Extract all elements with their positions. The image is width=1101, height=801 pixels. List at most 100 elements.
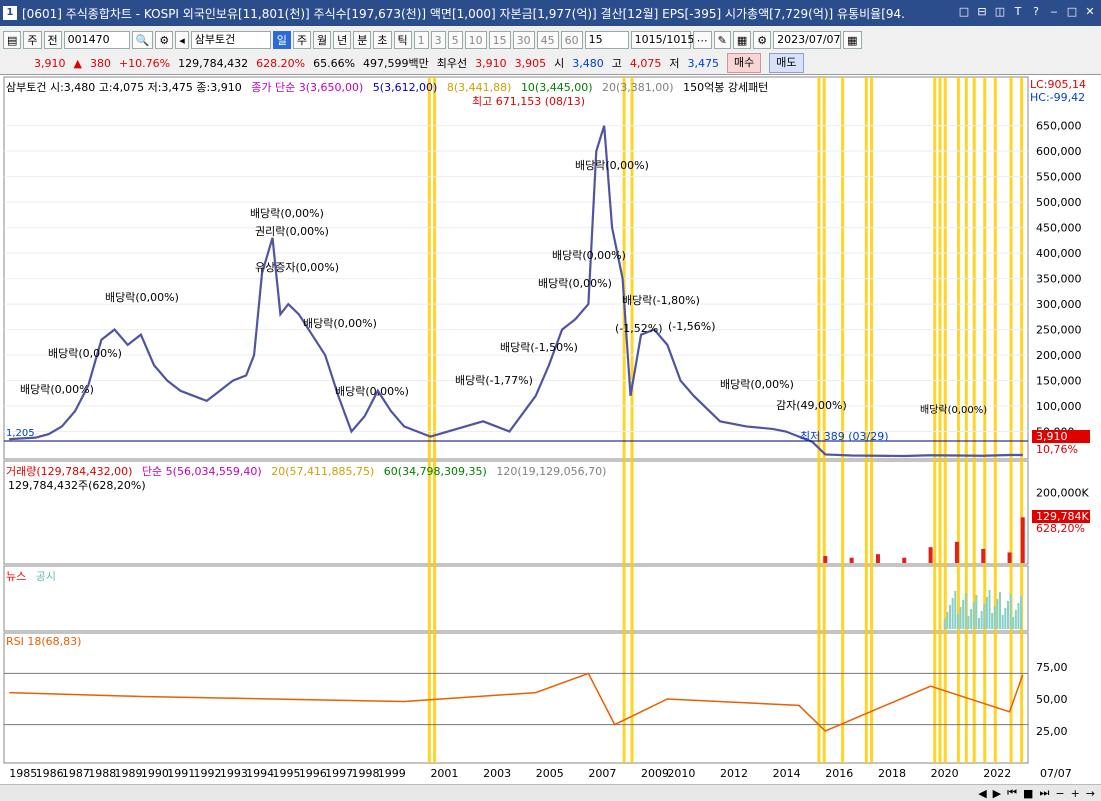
news-bar <box>1006 601 1009 629</box>
annotation-6: 배당락(0,00%) <box>48 347 122 360</box>
annotation-14: 배당락(0,00%) <box>720 378 794 391</box>
help-icon[interactable]: ? <box>1029 5 1043 19</box>
x-tick-label: 2007 <box>588 767 616 780</box>
legend-pattern: 150억봉 강세패턴 <box>683 81 769 94</box>
x-tick-label: 1989 <box>115 767 143 780</box>
draw-icon[interactable]: ✎ <box>713 31 731 49</box>
news-bar <box>954 591 957 629</box>
volume-y-tick: 200,000K <box>1036 487 1089 500</box>
panel-icon[interactable]: ◫ <box>993 5 1007 19</box>
first-icon[interactable]: ⏮ <box>1007 786 1017 800</box>
chart-toolbar: ▤ 주 전 001470 🔍 ⚙ ◂ 삼부토건 일 주 월 년 분 초 틱 1 … <box>0 28 1101 52</box>
interval-10[interactable]: 10 <box>464 31 487 49</box>
news-panel-frame <box>3 565 1029 632</box>
annotation-3: 권리락(0,00%) <box>255 225 329 238</box>
start-value-label: 1,205 <box>6 428 35 439</box>
news-bar <box>956 614 959 629</box>
calendar-icon[interactable]: ▦ <box>843 31 862 49</box>
price-y-tick: 300,000 <box>1036 298 1082 311</box>
legend-stock: 삼부토건 시:3,480 고:4,075 저:3,475 종:3,910 <box>6 81 242 94</box>
tab-period-week[interactable]: 주 <box>292 31 312 49</box>
open-label: 시 <box>554 57 565 70</box>
list-icon[interactable]: ▤ <box>3 31 22 49</box>
text-icon[interactable]: T <box>1011 5 1025 19</box>
tab-period-day[interactable]: 일 <box>272 31 291 49</box>
news-bar <box>967 616 970 629</box>
gear-icon[interactable]: ⚙ <box>753 31 772 49</box>
buy-button[interactable]: 매수 <box>727 53 762 73</box>
x-tick-label: 1985 <box>9 767 37 780</box>
bottom-scrollbar[interactable]: ◀ ▶ ⏮ ■ ⏭ − + → <box>0 784 1101 801</box>
play-icon[interactable]: ▶ <box>993 787 1001 800</box>
sell-button[interactable]: 매도 <box>769 53 804 73</box>
minimize-icon[interactable]: ‒ <box>1047 5 1061 19</box>
x-tick-label: 1990 <box>141 767 169 780</box>
zoom-out-icon[interactable]: − <box>1055 787 1064 800</box>
news-bar <box>1017 603 1020 629</box>
close-icon[interactable]: ✕ <box>1083 5 1097 19</box>
stock-code-input[interactable]: 001470 <box>63 31 130 49</box>
trade-amount: 497,599백만 <box>363 57 429 70</box>
price-y-tick: 500,000 <box>1036 196 1082 209</box>
chart-area[interactable]: 50,000100,000150,000200,000250,000300,00… <box>0 74 1101 785</box>
settings-icon[interactable]: ⚙ <box>155 31 174 49</box>
tab-period-tick[interactable]: 틱 <box>393 31 412 49</box>
mode-select[interactable]: 주 <box>23 31 42 49</box>
interval-60[interactable]: 60 <box>560 31 583 49</box>
price-y-tick: 550,000 <box>1036 171 1082 184</box>
bid-price: 3,905 <box>514 56 547 70</box>
x-tick-label: 1988 <box>88 767 116 780</box>
high-label: 고 <box>611 57 622 70</box>
maximize-icon[interactable]: □ <box>1065 5 1079 19</box>
interval-3[interactable]: 3 <box>430 31 446 49</box>
dots-icon[interactable]: ⋯ <box>692 31 712 49</box>
interval-15[interactable]: 15 <box>488 31 511 49</box>
window-controls: □ ⊟ ◫ T ? ‒ □ ✕ <box>957 5 1097 19</box>
interval-5[interactable]: 5 <box>447 31 463 49</box>
interval-30[interactable]: 30 <box>512 31 535 49</box>
interval-1[interactable]: 1 <box>413 31 429 49</box>
date-field[interactable]: 2023/07/07 <box>773 31 842 49</box>
highlight-band <box>864 77 868 763</box>
prev-button[interactable]: 전 <box>43 31 62 49</box>
tab-period-second[interactable]: 초 <box>373 31 392 49</box>
window-titlebar: 1 [0601] 주식종합차트 - KOSPI 외국인보유[11,801(천)]… <box>0 0 1101 26</box>
next-icon[interactable]: → <box>1086 787 1095 800</box>
current-price: 3,910 <box>34 56 66 70</box>
volume-bar <box>849 557 854 563</box>
zoom-in-icon[interactable]: + <box>1071 787 1080 800</box>
x-tick-label: 1992 <box>194 767 222 780</box>
tab-period-year[interactable]: 년 <box>333 31 352 49</box>
annotation-5: 배당락(0,00%) <box>105 291 179 304</box>
price-y-tick: 150,000 <box>1036 375 1082 388</box>
bar-count-field[interactable]: 1015/10154 <box>630 31 701 49</box>
speaker-icon[interactable]: ◂ <box>175 31 189 49</box>
x-tick-label: 2009 <box>641 767 669 780</box>
interval-45[interactable]: 45 <box>536 31 559 49</box>
highlight-band <box>1020 77 1024 763</box>
annotation-1: 배당락(0,00%) <box>20 383 94 396</box>
news-bar <box>999 592 1002 629</box>
stock-name-field[interactable]: 삼부토건 <box>190 31 271 49</box>
highlight-band <box>841 77 845 763</box>
search-icon[interactable]: 🔍 <box>131 31 154 49</box>
tab-period-month[interactable]: 월 <box>313 31 332 49</box>
news-bar <box>996 599 999 629</box>
news-bar <box>943 619 946 629</box>
legend-ma3: 종가 단순 3(3,650,00) <box>251 81 364 94</box>
low-price: 3,475 <box>687 56 720 70</box>
interval-input[interactable]: 15 <box>584 31 629 49</box>
x-tick-label: 1994 <box>246 767 274 780</box>
volume-bar <box>875 554 880 563</box>
tab-period-minute[interactable]: 분 <box>353 31 372 49</box>
layout-icon[interactable]: □ <box>957 5 971 19</box>
news-bar <box>949 605 952 629</box>
stop-icon[interactable]: ■ <box>1023 787 1033 800</box>
scroll-left-icon[interactable]: ◀ <box>978 787 986 800</box>
split-icon[interactable]: ⊟ <box>975 5 989 19</box>
last-icon[interactable]: ⏭ <box>1039 786 1049 800</box>
volume-bar <box>1020 517 1025 563</box>
best-label: 최우선 <box>436 57 468 70</box>
stock-chart-svg[interactable]: 50,000100,000150,000200,000250,000300,00… <box>0 75 1101 785</box>
save-icon[interactable]: ▦ <box>732 31 752 49</box>
